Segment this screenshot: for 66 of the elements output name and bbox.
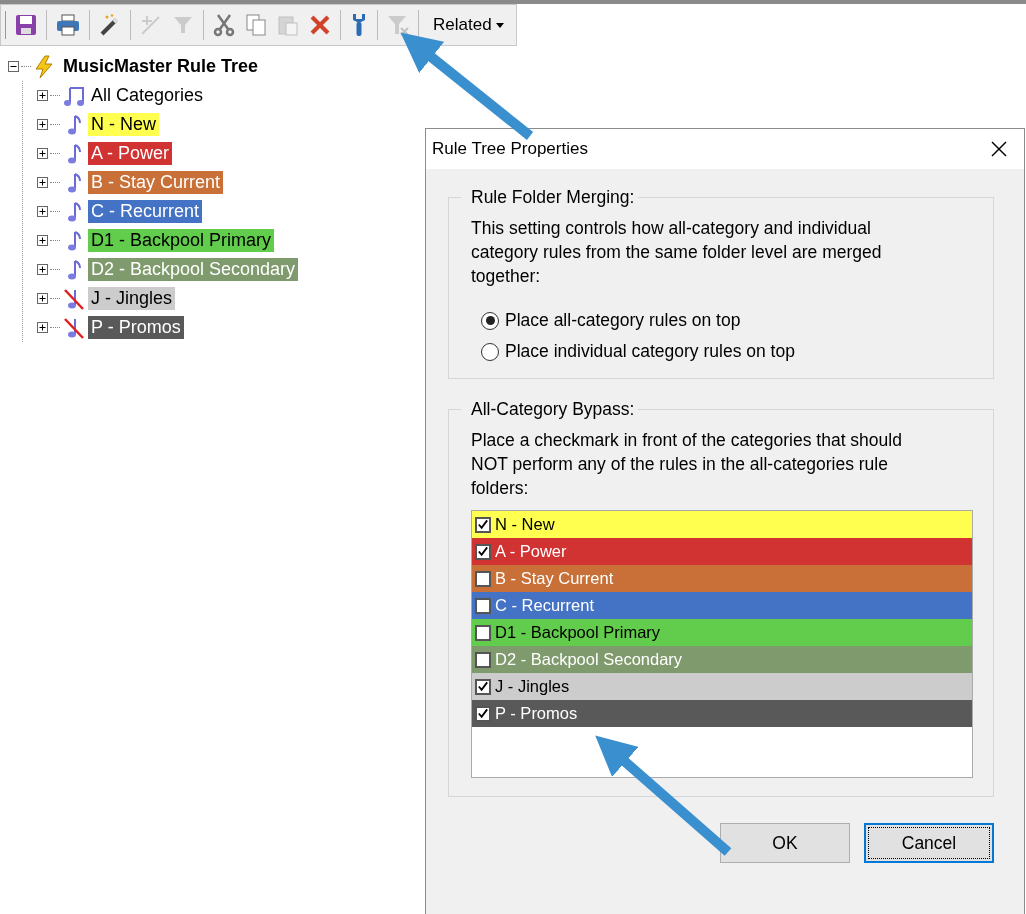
description-text: Place a checkmark in front of the categories that should NOT perform any of the rules in the all-categories rule folders: [471,429,903,500]
checkbox[interactable] [475,570,491,587]
dialog-title: Rule Tree Properties [432,139,588,159]
expand-toggle[interactable] [37,119,48,130]
collapse-toggle[interactable] [8,61,19,72]
radio-button[interactable] [481,342,499,361]
category-label: B - Stay Current [495,569,614,588]
checkbox[interactable] [475,543,491,560]
checkbox[interactable] [475,597,491,614]
radio-label: Place individual category rules on top [505,341,795,362]
category-label: D1 - Backpool Primary [495,623,661,642]
radio-label: Place all-category rules on top [505,310,741,331]
tree-item-label[interactable]: J - Jingles [88,287,176,310]
caret-icon [495,22,504,28]
category-row[interactable]: D1 - Backpool Primary [472,619,972,646]
tree-item-label[interactable]: P - Promos [88,316,184,339]
tree-item-label[interactable]: B - Stay Current [88,171,224,194]
expand-toggle[interactable] [37,235,48,246]
tree-item-label[interactable]: D1 - Backpool Primary [88,229,275,252]
dialog-button[interactable]: OK [720,823,850,863]
related-dropdown[interactable]: Related [425,11,512,39]
category-row[interactable]: A - Power [472,538,972,565]
expand-toggle[interactable] [37,293,48,304]
tree-item-label[interactable]: A - Power [88,142,173,165]
category-label: A - Power [495,542,567,561]
radio-option[interactable]: Place all-category rules on top [481,310,973,331]
category-label: P - Promos [495,704,578,723]
lightning-icon [33,54,55,79]
checkbox[interactable] [475,516,491,533]
expand-toggle[interactable] [37,90,48,101]
category-label: N - New [495,515,555,534]
expand-toggle[interactable] [37,206,48,217]
sparkle-icon [139,13,163,37]
expand-toggle[interactable] [37,177,48,188]
category-row[interactable]: B - Stay Current [472,565,972,592]
tree-item-label[interactable]: All Categories [88,84,207,107]
checkbox[interactable] [475,651,491,668]
category-row[interactable]: N - New [472,511,972,538]
dialog-button[interactable]: Cancel [864,823,994,863]
tree-item-label[interactable]: C - Recurrent [88,200,203,223]
category-row[interactable]: J - Jingles [472,673,972,700]
radio-option[interactable]: Place individual category rules on top [481,341,973,362]
category-row[interactable]: C - Recurrent [472,592,972,619]
printer-icon [55,13,81,37]
category-label: C - Recurrent [495,596,595,615]
category-label: J - Jingles [495,677,570,696]
radio-button[interactable] [481,311,499,330]
group-legend: All-Category Bypass: [461,399,639,420]
copy-icon [244,13,268,37]
checkbox[interactable] [475,678,491,695]
clipboard-icon [276,13,300,37]
tree-root-label[interactable]: MusicMaster Rule Tree [63,56,259,77]
checkbox[interactable] [475,705,491,722]
checkbox[interactable] [475,624,491,641]
category-label: D2 - Backpool Secondary [495,650,683,669]
expand-toggle[interactable] [37,148,48,159]
expand-toggle[interactable] [37,322,48,333]
clear-filter-icon [386,13,410,37]
tree-item-label[interactable]: N - New [88,113,159,136]
group-legend: Rule Folder Merging: [461,187,639,208]
scissors-icon [212,13,236,37]
description-text: This setting controls how all-category and individual category rules from the same folder level are merged together: [471,217,883,288]
save-icon [14,13,38,37]
category-row[interactable]: P - Promos [472,700,972,727]
delete-icon [308,13,332,37]
expand-toggle[interactable] [37,264,48,275]
